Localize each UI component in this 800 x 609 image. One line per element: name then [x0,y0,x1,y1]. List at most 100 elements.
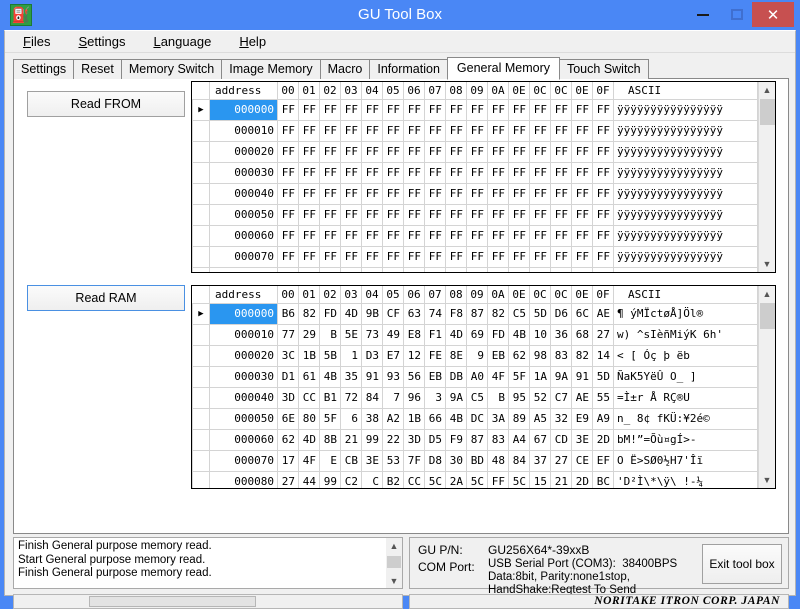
menu-files[interactable]: Files [21,32,62,51]
hex-cell[interactable]: FF [593,120,614,141]
hex-cell[interactable]: FF [467,99,488,120]
hex-cell[interactable]: FF [320,204,341,225]
hex-cell[interactable]: 4D [341,303,362,324]
hex-cell[interactable]: 9A [551,366,572,387]
hex-cell[interactable]: 17 [278,450,299,471]
hex-cell[interactable]: FF [299,204,320,225]
hex-cell[interactable]: FF [278,225,299,246]
hex-cell[interactable]: FF [383,225,404,246]
hex-cell[interactable]: CC [404,471,425,488]
hex-cell[interactable]: C5 [509,303,530,324]
hex-cell[interactable]: 91 [572,366,593,387]
hex-cell[interactable]: 98 [530,345,551,366]
hex-cell[interactable]: 6 [341,408,362,429]
hex-cell[interactable]: 82 [299,303,320,324]
hex-cell[interactable]: FF [341,246,362,267]
hex-cell[interactable]: FF [404,120,425,141]
hex-cell[interactable]: FF [362,225,383,246]
hex-cell[interactable]: 5F [320,408,341,429]
hex-cell[interactable]: FF [488,246,509,267]
hex-cell[interactable]: 83 [488,429,509,450]
hex-cell[interactable]: 62 [278,429,299,450]
hex-cell[interactable]: 1A [530,366,551,387]
hex-cell[interactable]: 35 [341,366,362,387]
menu-language[interactable]: Language [151,32,223,51]
hex-cell[interactable]: FF [320,99,341,120]
log-scrollbar[interactable]: ▲ ▼ [386,538,402,588]
hex-cell[interactable]: FF [467,246,488,267]
hex-cell[interactable]: FF [572,267,593,272]
hex-cell[interactable]: 4F [299,450,320,471]
hex-cell[interactable]: FF [299,162,320,183]
hex-cell[interactable]: 37 [530,450,551,471]
hex-cell[interactable]: EB [425,366,446,387]
hex-cell[interactable]: 87 [467,429,488,450]
hex-cell[interactable]: FE [425,345,446,366]
hex-cell[interactable]: D8 [425,450,446,471]
hex-cell[interactable]: AE [593,303,614,324]
hex-cell[interactable]: FF [404,225,425,246]
hex-cell[interactable]: FF [488,225,509,246]
hex-cell[interactable]: FF [509,267,530,272]
hex-cell[interactable]: EB [488,345,509,366]
hex-cell[interactable]: 84 [509,450,530,471]
hex-cell[interactable]: FF [593,141,614,162]
hex-cell[interactable]: 10 [530,324,551,345]
table-row[interactable]: 000030D1614B35919356EBDBA04F5F1A9A915DÑa… [193,366,758,387]
hex-cell[interactable]: 5E [341,324,362,345]
hex-cell[interactable]: 68 [572,324,593,345]
hex-cell[interactable]: 95 [509,387,530,408]
hex-cell[interactable]: FF [383,120,404,141]
hex-cell[interactable]: C5 [467,387,488,408]
hex-cell[interactable]: 5B [320,345,341,366]
hex-cell[interactable]: FF [593,162,614,183]
scrollbar-thumb[interactable] [760,99,775,125]
hex-cell[interactable]: FF [551,246,572,267]
hex-cell[interactable]: 44 [299,471,320,488]
hex-cell[interactable]: FF [572,120,593,141]
hex-cell[interactable]: FF [383,204,404,225]
hex-cell[interactable]: FF [362,204,383,225]
hex-cell[interactable]: FF [341,183,362,204]
hex-cell[interactable]: A9 [593,408,614,429]
hex-cell[interactable]: D1 [278,366,299,387]
hex-cell[interactable]: 82 [488,303,509,324]
hex-cell[interactable]: 7 [383,387,404,408]
hex-cell[interactable]: 63 [404,303,425,324]
hex-cell[interactable]: E9 [572,408,593,429]
table-row[interactable]: 000080FFFFFFFFFFFFFFFFFFFFFFFFFFFFFFFFÿÿ… [193,267,758,272]
table-row[interactable]: 000080274499C2CB2CC5C2A5CFF5C15212DBC'D²… [193,471,758,488]
hex-cell[interactable]: FF [446,183,467,204]
hex-cell[interactable]: FF [572,204,593,225]
hex-cell[interactable]: FF [278,120,299,141]
hex-cell[interactable]: FF [299,120,320,141]
hex-cell[interactable]: 4B [320,366,341,387]
ram-grid-scrollbar[interactable]: ▲ ▼ [758,286,775,488]
hex-cell[interactable]: FF [299,183,320,204]
hex-cell[interactable]: FF [299,99,320,120]
hex-cell[interactable]: FF [488,162,509,183]
hex-cell[interactable]: 14 [593,345,614,366]
hex-cell[interactable]: FF [509,183,530,204]
hex-cell[interactable]: FF [425,225,446,246]
tab-general-memory[interactable]: General Memory [447,57,560,80]
hex-cell[interactable]: 5D [530,303,551,324]
hex-cell[interactable]: FF [341,141,362,162]
hex-cell[interactable]: C7 [551,387,572,408]
hex-cell[interactable]: BD [467,450,488,471]
hex-cell[interactable]: 5C [425,471,446,488]
table-row[interactable]: 0000506E805F638A21B664BDC3A89A532E9A9n_ … [193,408,758,429]
hex-cell[interactable]: FF [425,99,446,120]
table-row[interactable]: 000070FFFFFFFFFFFFFFFFFFFFFFFFFFFFFFFFÿÿ… [193,246,758,267]
hex-cell[interactable]: 52 [530,387,551,408]
hex-cell[interactable]: 83 [551,345,572,366]
hex-cell[interactable]: EF [593,450,614,471]
hex-cell[interactable]: FF [278,246,299,267]
hex-cell[interactable]: 36 [551,324,572,345]
hex-cell[interactable]: FF [425,162,446,183]
hex-cell[interactable]: FF [509,225,530,246]
table-row[interactable]: 0000403DCCB1728479639AC5B9552C7AE55=Ì±r … [193,387,758,408]
hex-cell[interactable]: 61 [299,366,320,387]
menu-help[interactable]: Help [237,32,278,51]
hex-cell[interactable]: 99 [362,429,383,450]
